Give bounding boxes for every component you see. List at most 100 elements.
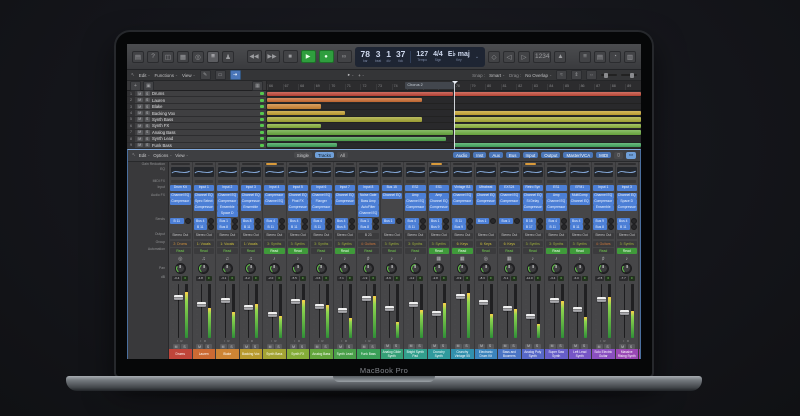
audio-fx-plugin-slot[interactable]: Channel EQ bbox=[288, 193, 309, 199]
output-slot[interactable]: B 23 bbox=[357, 233, 380, 241]
send-level-knob[interactable] bbox=[208, 224, 214, 230]
automation-mode-slot[interactable]: Read bbox=[569, 248, 592, 255]
input-slot[interactable]: Input 1 bbox=[193, 185, 216, 193]
send-slot[interactable]: Bus 1 bbox=[476, 218, 497, 224]
group-slot[interactable]: 3: Synths bbox=[287, 241, 310, 248]
mixer-filter-button[interactable]: MIDI bbox=[596, 152, 611, 158]
input-slot[interactable]: Input 5 bbox=[287, 185, 310, 193]
control-bar-mid-button[interactable]: ◁ bbox=[503, 51, 515, 63]
automation-mode-slot[interactable]: Read bbox=[310, 248, 333, 255]
input-monitor-record-buttons[interactable]: I R bbox=[224, 340, 231, 343]
send-slot[interactable]: Bus 4 bbox=[288, 218, 309, 224]
audio-fx-plugin-slot[interactable]: Compressor bbox=[311, 205, 332, 211]
audio-region[interactable]: Acoustic Drums bbox=[454, 92, 641, 96]
audio-fx-plugin-slot[interactable]: Channel EQ bbox=[170, 193, 191, 199]
send-level-knob[interactable] bbox=[326, 224, 332, 230]
mixer-filter-button[interactable]: Input bbox=[523, 152, 539, 158]
group-slot[interactable]: 3: Synths bbox=[334, 241, 357, 248]
send-slot[interactable]: B 11 bbox=[264, 224, 285, 230]
input-monitor-record-buttons[interactable]: I R bbox=[365, 340, 372, 343]
channel-name[interactable]: Analog Bass bbox=[310, 349, 333, 359]
tracks-menu[interactable]: Functions⌄ bbox=[154, 73, 177, 78]
pan-knob[interactable] bbox=[316, 263, 327, 274]
audio-fx-plugin-slot[interactable]: Compressor bbox=[241, 199, 262, 205]
output-slot[interactable]: Stereo Out bbox=[169, 233, 192, 241]
click-tool-menu[interactable]: ▸⌄ bbox=[348, 72, 354, 78]
audio-fx-plugin-slot[interactable]: Spec Select bbox=[194, 199, 215, 205]
channel-name[interactable]: Crunchy Vintage 55 bbox=[451, 349, 474, 359]
output-slot[interactable]: Stereo Out bbox=[451, 233, 474, 241]
send-slot[interactable]: Bus 1 bbox=[217, 218, 238, 224]
audio-fx-plugin-slot[interactable]: Channel EQ bbox=[617, 193, 638, 199]
mixer-menu[interactable]: View⌄ bbox=[175, 153, 188, 158]
send-level-knob[interactable] bbox=[185, 218, 191, 224]
audio-fx-plugin-slot[interactable]: Ensemble bbox=[593, 205, 614, 211]
track-header-options-button[interactable]: ▦ bbox=[252, 81, 263, 91]
transport-button[interactable]: ● bbox=[319, 50, 334, 63]
automation-mode-slot[interactable]: Read bbox=[357, 248, 380, 255]
channel-name[interactable]: Mellow Rising Synth bbox=[639, 349, 640, 359]
automation-mode-slot[interactable]: Read bbox=[428, 248, 451, 255]
input-monitor-record-buttons[interactable]: I R bbox=[294, 340, 301, 343]
input-slot[interactable]: Input 2 bbox=[216, 185, 239, 193]
send-level-knob[interactable] bbox=[631, 224, 637, 230]
send-slot[interactable]: Bus 8 bbox=[593, 224, 614, 230]
audio-fx-plugin-slot[interactable]: Compressor bbox=[546, 205, 567, 211]
audio-fx-plugin-slot[interactable]: Channel EQ bbox=[194, 193, 215, 199]
automation-mode-slot[interactable]: Read bbox=[404, 248, 427, 255]
channel-name[interactable]: Analog Poly Synth bbox=[522, 349, 545, 359]
pan-knob[interactable] bbox=[386, 263, 397, 274]
input-monitor-record-buttons[interactable]: I R bbox=[200, 340, 207, 343]
input-monitor-record-buttons[interactable]: I R bbox=[341, 340, 348, 343]
track-solo-button[interactable]: S bbox=[145, 124, 151, 129]
audio-fx-plugin-slot[interactable]: Channel EQ bbox=[593, 193, 614, 199]
channel-name[interactable]: Synth Lead bbox=[334, 349, 357, 359]
group-slot[interactable]: 1: Vocals bbox=[216, 241, 239, 248]
channel-name[interactable]: Left Lead Synth bbox=[569, 349, 592, 359]
volume-fader[interactable] bbox=[174, 295, 183, 300]
channel-name[interactable]: Analog Glide Synth bbox=[381, 349, 404, 359]
channel-name[interactable]: Synth FX bbox=[287, 349, 310, 359]
audio-fx-plugin-slot[interactable]: Ensemble bbox=[241, 205, 262, 211]
send-slot[interactable]: B 17 bbox=[523, 224, 544, 230]
audio-fx-plugin-slot[interactable]: Noise Gate bbox=[358, 193, 379, 199]
audio-fx-plugin-slot[interactable]: Compressor bbox=[452, 199, 473, 205]
send-level-knob[interactable] bbox=[232, 224, 238, 230]
send-slot[interactable]: Bus 4 bbox=[335, 218, 356, 224]
audio-fx-plugin-slot[interactable]: Compressor bbox=[593, 199, 614, 205]
input-slot[interactable]: Vintage B3 bbox=[451, 185, 474, 193]
eq-thumbnail[interactable] bbox=[404, 167, 427, 179]
playhead[interactable] bbox=[454, 81, 455, 149]
automation-mode-slot[interactable]: Read bbox=[263, 248, 286, 255]
output-slot[interactable]: Stereo Out bbox=[498, 233, 521, 241]
mixer-filter-button[interactable]: Inst bbox=[473, 152, 486, 158]
track-mute-button[interactable]: M bbox=[137, 124, 143, 129]
send-slot[interactable]: Bus 1 bbox=[499, 218, 520, 224]
channel-name[interactable]: Backing Vox bbox=[240, 349, 263, 359]
pan-knob[interactable] bbox=[551, 263, 562, 274]
volume-fader[interactable] bbox=[197, 302, 206, 307]
eq-thumbnail[interactable] bbox=[451, 167, 474, 179]
audio-region[interactable] bbox=[267, 130, 453, 134]
mixer-menu[interactable]: Options⌄ bbox=[153, 153, 172, 158]
audio-fx-plugin-slot[interactable]: Channel EQ bbox=[358, 211, 379, 217]
group-slot[interactable]: 2: Drums bbox=[169, 241, 192, 248]
vertical-zoom-slider[interactable] bbox=[601, 74, 617, 76]
eq-thumbnail[interactable] bbox=[616, 167, 639, 179]
input-monitor-record-buttons[interactable]: I R bbox=[623, 340, 630, 343]
group-slot[interactable]: 3: Synths bbox=[428, 241, 451, 248]
group-slot[interactable]: 1: Vocals bbox=[240, 241, 263, 248]
group-slot[interactable]: 1: Vocals bbox=[193, 241, 216, 248]
input-slot[interactable]: ES1 bbox=[428, 185, 451, 193]
audio-region[interactable]: Synth - FX2 bbox=[454, 124, 641, 128]
input-monitor-record-buttons[interactable]: I R bbox=[318, 340, 325, 343]
audio-fx-plugin-slot[interactable]: AutoFilter bbox=[358, 205, 379, 211]
send-level-knob[interactable] bbox=[584, 224, 590, 230]
volume-fader[interactable] bbox=[620, 310, 629, 315]
track-mute-button[interactable]: M bbox=[137, 111, 143, 116]
eq-thumbnail[interactable] bbox=[569, 167, 592, 179]
eq-thumbnail[interactable] bbox=[545, 167, 568, 179]
track-header-button[interactable]: ▣ bbox=[143, 81, 154, 91]
drag-menu[interactable]: No Overlap⌄ bbox=[525, 73, 552, 78]
pan-knob[interactable] bbox=[457, 263, 468, 274]
